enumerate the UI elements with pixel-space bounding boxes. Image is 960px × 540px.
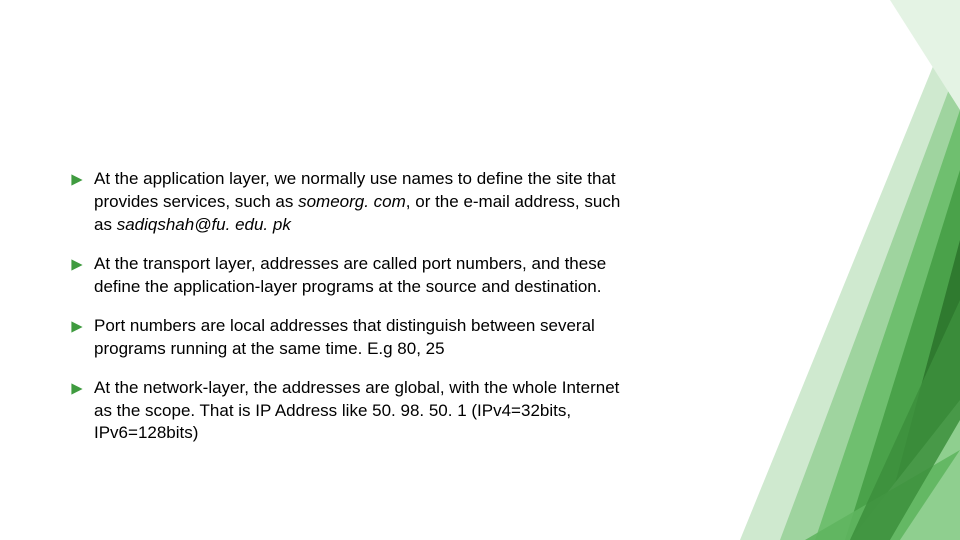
content-area: At the application layer, we normally us… — [70, 168, 630, 461]
bullet-arrow-icon — [70, 382, 84, 396]
slide: At the application layer, we normally us… — [0, 0, 960, 540]
bullet-text: At the network-layer, the addresses are … — [94, 377, 630, 446]
decorative-triangles — [590, 0, 960, 540]
bullet-text: At the transport layer, addresses are ca… — [94, 253, 630, 299]
bullet-item: At the network-layer, the addresses are … — [70, 377, 630, 446]
bullet-item: At the application layer, we normally us… — [70, 168, 630, 237]
bullet-text: At the application layer, we normally us… — [94, 168, 630, 237]
text-run-italic: someorg. com — [298, 192, 406, 211]
bullet-text: Port numbers are local addresses that di… — [94, 315, 630, 361]
bullet-item: At the transport layer, addresses are ca… — [70, 253, 630, 299]
text-run: At the network-layer, the addresses are … — [94, 378, 619, 443]
bullet-arrow-icon — [70, 320, 84, 334]
text-run: At the transport layer, addresses are ca… — [94, 254, 606, 296]
text-run-italic: sadiqshah@fu. edu. pk — [117, 215, 291, 234]
bullet-arrow-icon — [70, 173, 84, 187]
bullet-item: Port numbers are local addresses that di… — [70, 315, 630, 361]
text-run: Port numbers are local addresses that di… — [94, 316, 595, 358]
bullet-arrow-icon — [70, 258, 84, 272]
